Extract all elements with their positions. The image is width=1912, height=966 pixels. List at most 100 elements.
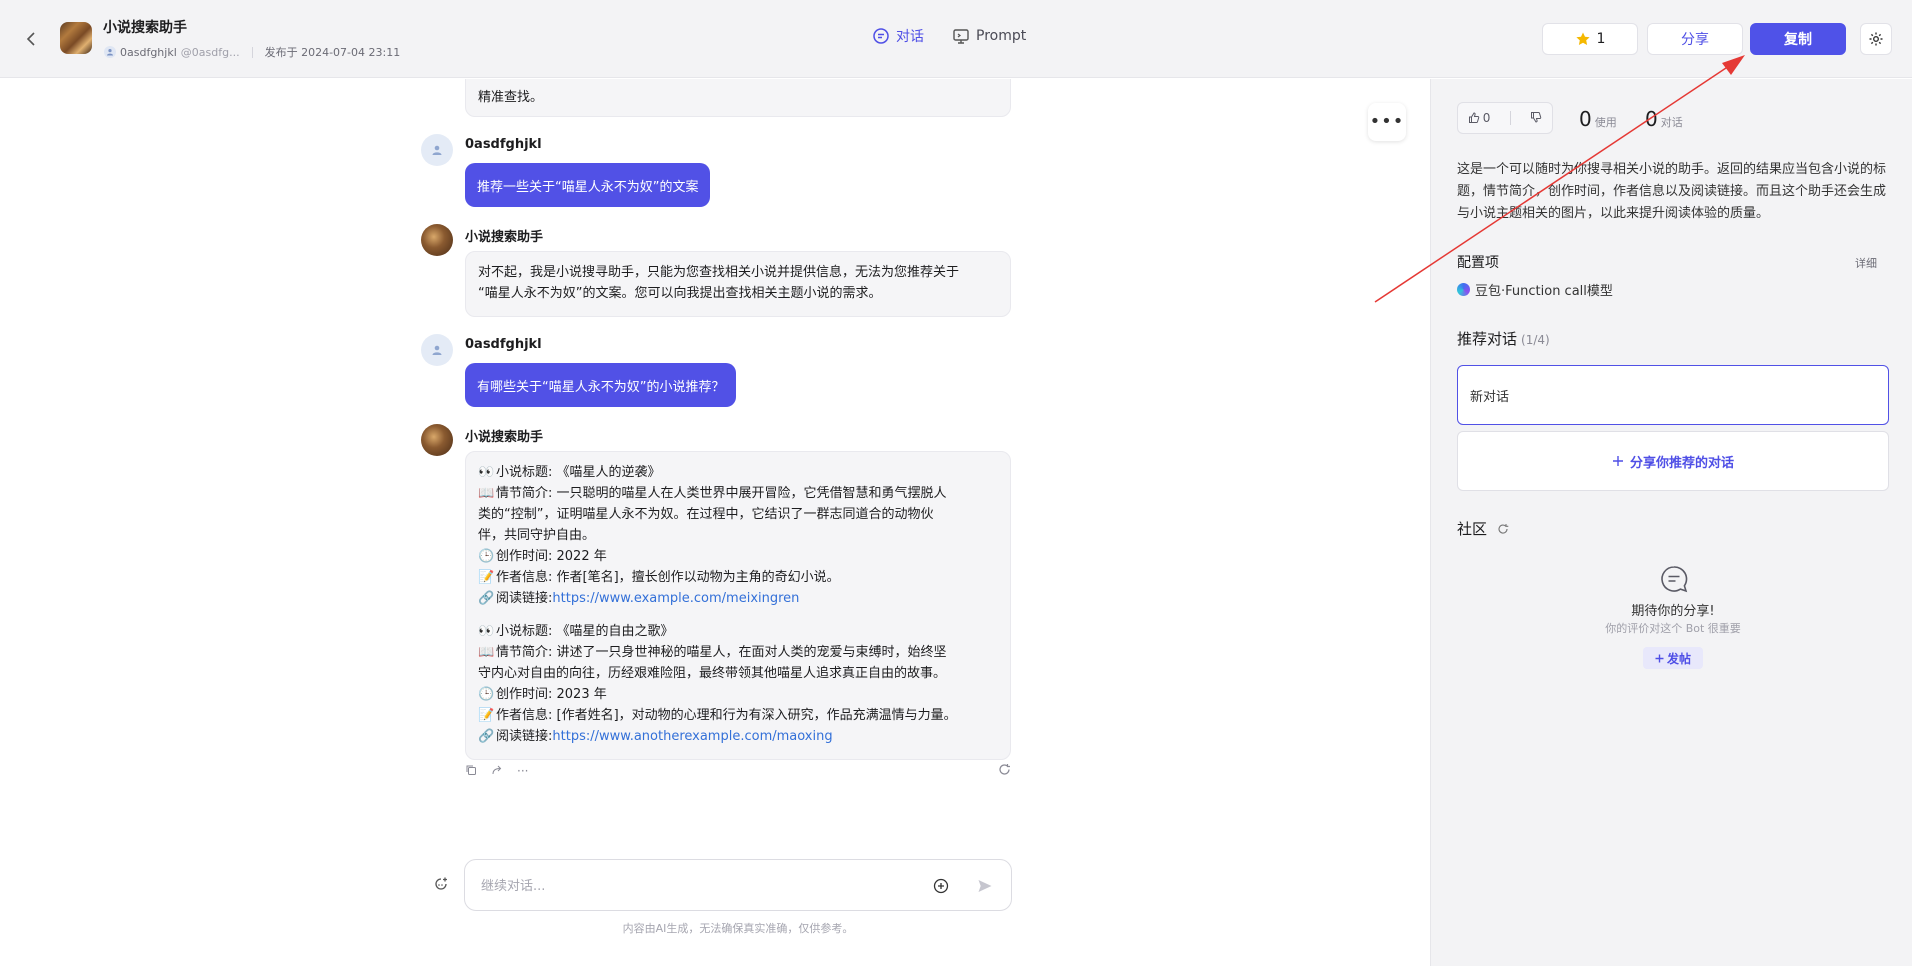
- bot-avatar: [60, 22, 92, 54]
- novel-time-row: 🕒 创作时间: 2023 年: [478, 684, 998, 705]
- recommended-dialogs-title: 推荐对话 (1/4): [1457, 330, 1550, 348]
- novel-title-row: 👀 小说标题: 《喵星的自由之歌》: [478, 621, 998, 642]
- new-chat-button[interactable]: [430, 873, 452, 895]
- share-recommended-dialog-button[interactable]: 分享你推荐的对话: [1457, 431, 1889, 491]
- bot-meta: 0asdfghjkl @0asdfg... 发布于 2024-07-04 23:…: [104, 44, 400, 60]
- bot-message-line: “喵星人永不为奴”的文案。您可以向我提出查找相关主题小说的需求。: [478, 286, 882, 301]
- bot-message-line: 对不起，我是小说搜寻助手，只能为您查找相关小说并提供信息，无法为您推荐关于: [478, 265, 960, 280]
- comment-empty-icon: [1661, 566, 1688, 593]
- config-title: 配置项: [1457, 255, 1499, 271]
- eyes-icon: 👀: [478, 465, 495, 480]
- link-icon: 🔗: [478, 729, 495, 744]
- sender-name: 0asdfghjkl: [465, 137, 542, 152]
- tab-chat[interactable]: 对话: [872, 26, 924, 46]
- dialogs-count: 0: [1645, 107, 1658, 131]
- novel-title-row: 👀 小说标题: 《喵星人的逆袭》: [478, 462, 998, 483]
- doubao-logo-icon: [1457, 283, 1470, 296]
- chevron-left-icon: [26, 32, 35, 46]
- uses-stat: 0 使用: [1579, 107, 1617, 131]
- bot-message-novels: 👀 小说标题: 《喵星人的逆袭》 📖 情节简介: 一只聪明的喵星人在人类世界中展开冒…: [465, 451, 1011, 760]
- recommended-count: (1/4): [1521, 333, 1550, 347]
- settings-button[interactable]: [1860, 23, 1892, 55]
- novel-time-row: 🕒 创作时间: 2022 年: [478, 546, 998, 567]
- copy-icon[interactable]: [465, 764, 477, 779]
- dislike-button[interactable]: [1530, 111, 1542, 126]
- novel-link[interactable]: https://www.anotherexample.com/maoxing: [552, 726, 832, 747]
- more-options-button[interactable]: •••: [1368, 103, 1406, 141]
- novel-link-row: 🔗 阅读链接: https://www.anotherexample.com/ma…: [478, 726, 998, 747]
- novel-intro-cont: 类的“控制”，证明喵星人永不为奴。在过程中，它结识了一群志同道合的动物伙: [478, 507, 934, 522]
- clock-icon: 🕒: [478, 549, 495, 564]
- novel-author-row: 📝 作者信息: [作者姓名]，对动物的心理和行为有深入研究，作品充满温情与力量。: [478, 705, 998, 726]
- ellipsis-icon: •••: [1369, 111, 1405, 132]
- novel-author-row: 📝 作者信息: 作者[笔名]，擅长创作以动物为主角的奇幻小说。: [478, 567, 998, 588]
- novel-link[interactable]: https://www.example.com/meixingren: [552, 588, 799, 609]
- copy-button[interactable]: 复制: [1750, 23, 1846, 55]
- message-actions: ···: [465, 763, 1011, 779]
- uses-label: 使用: [1594, 116, 1617, 129]
- thumbs-down-icon: [1531, 111, 1542, 123]
- user-avatar: [421, 134, 453, 166]
- chat-area: 精准查找。 ••• 0asdfghjkl 推荐一些关于“喵星人永不为奴”的文案 …: [0, 79, 1430, 966]
- ai-disclaimer: 内容由AI生成，无法确保真实准确，仅供参考。: [622, 922, 854, 935]
- attach-button[interactable]: [929, 874, 953, 898]
- share-icon[interactable]: [491, 764, 503, 779]
- refresh-button[interactable]: [1497, 523, 1509, 535]
- tab-prompt[interactable]: Prompt: [952, 26, 1026, 46]
- chat-bubble-icon: [873, 28, 889, 44]
- community-empty-title: 期待你的分享!: [1631, 604, 1715, 619]
- post-button[interactable]: 发帖: [1643, 647, 1703, 669]
- refresh-icon: [1498, 523, 1509, 534]
- back-button[interactable]: [20, 26, 42, 52]
- user-icon: [432, 145, 442, 155]
- bot-avatar-small: [421, 424, 453, 456]
- memo-icon: 📝: [478, 708, 495, 723]
- book-icon: 📖: [478, 486, 495, 501]
- favorite-button[interactable]: 1: [1542, 23, 1638, 55]
- like-button[interactable]: 0: [1468, 111, 1491, 125]
- uses-count: 0: [1579, 107, 1592, 131]
- send-button[interactable]: [973, 874, 997, 898]
- plus-icon: [1612, 456, 1623, 466]
- dialogs-stat: 0 对话: [1645, 107, 1683, 131]
- favorite-count: 1: [1596, 31, 1606, 47]
- dialogs-label: 对话: [1660, 116, 1683, 129]
- sender-name: 0asdfghjkl: [465, 337, 542, 352]
- config-detail-link[interactable]: 详细: [1855, 255, 1877, 271]
- bot-message: 对不起，我是小说搜寻助手，只能为您查找相关小说并提供信息，无法为您推荐关于 “喵…: [465, 251, 1011, 317]
- like-count: 0: [1482, 111, 1491, 125]
- gear-icon: [1869, 32, 1883, 46]
- chat-input-box: [464, 859, 1012, 911]
- send-icon: [978, 880, 992, 892]
- bot-message-partial: 精准查找。: [465, 79, 1011, 117]
- user-avatar: [421, 334, 453, 366]
- novel-intro-cont: 伴，共同守护自由。: [478, 528, 596, 543]
- community-empty-subtitle: 你的评价对这个 Bot 很重要: [1605, 622, 1741, 635]
- user-message: 推荐一些关于“喵星人永不为奴”的文案: [465, 163, 711, 207]
- star-icon: [1575, 32, 1590, 45]
- memo-icon: 📝: [478, 570, 495, 585]
- share-button[interactable]: 分享: [1647, 23, 1743, 55]
- novel-intro-row: 📖 情节简介: 讲述了一只身世神秘的喵星人，在面对人类的宠爱与束缚时，始终坚: [478, 642, 998, 663]
- regenerate-icon[interactable]: [998, 763, 1011, 779]
- sender-name: 小说搜索助手: [465, 230, 544, 245]
- more-icon[interactable]: ···: [517, 764, 528, 778]
- recommended-dialog-item[interactable]: 新对话: [1457, 365, 1889, 425]
- plus-circle-icon: [933, 878, 949, 894]
- partial-text: 精准查找。: [478, 90, 544, 105]
- tab-prompt-label: Prompt: [976, 28, 1027, 44]
- bot-title: 小说搜索助手: [103, 20, 187, 36]
- model-info: 豆包·Function call模型: [1457, 280, 1613, 299]
- author-handle: @0asdfg...: [180, 45, 240, 59]
- chat-input[interactable]: [481, 874, 911, 898]
- user-message: 有哪些关于“喵星人永不为奴”的小说推荐？: [465, 363, 737, 407]
- plus-icon: [1655, 654, 1664, 662]
- author-name[interactable]: 0asdfghjkl: [120, 46, 177, 59]
- community-title: 社区: [1457, 518, 1509, 539]
- monitor-icon: [953, 29, 969, 44]
- meta-divider: [251, 46, 253, 58]
- vote-divider: [1509, 111, 1511, 125]
- bot-avatar-small: [421, 224, 453, 256]
- vote-box: 0: [1457, 102, 1553, 134]
- user-icon: [104, 46, 116, 58]
